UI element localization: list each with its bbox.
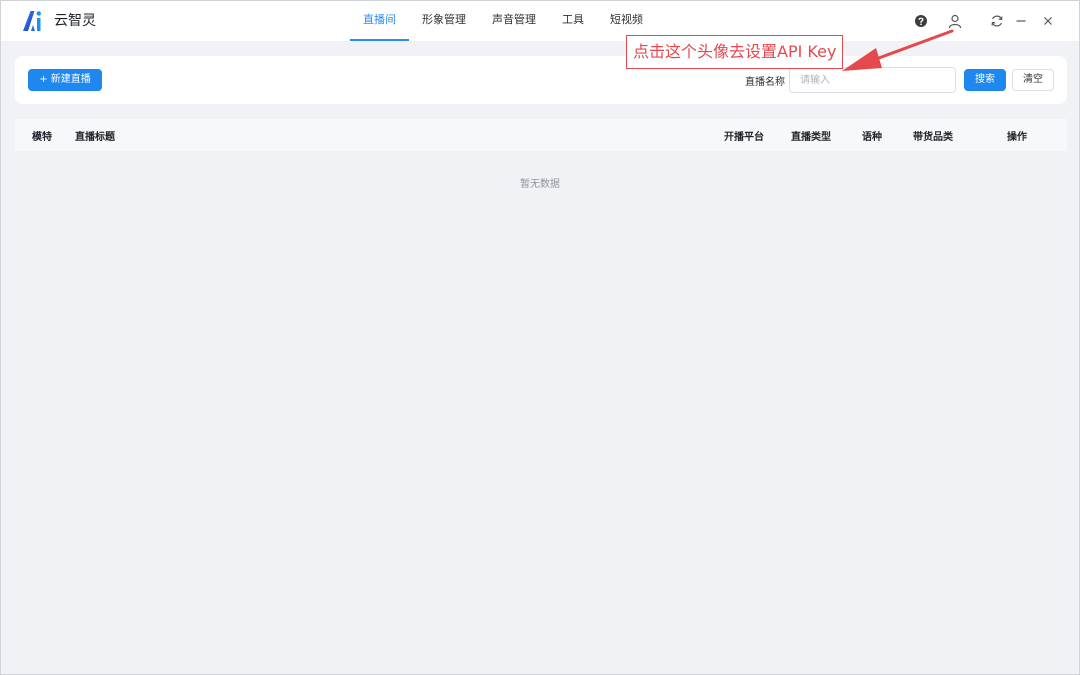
minimize-icon[interactable] [1013, 13, 1029, 29]
empty-state-text: 暂无数据 [520, 179, 560, 190]
column-live-title: 直播标题 [75, 132, 115, 143]
clear-button[interactable]: 清空 [1012, 69, 1054, 91]
app-logo-icon [23, 11, 41, 31]
new-live-button[interactable]: + 新建直播 [28, 69, 102, 91]
close-icon[interactable] [1040, 13, 1056, 29]
table-header: 模特 直播标题 开播平台 直播类型 语种 带货品类 操作 [15, 119, 1067, 151]
main-nav: 直播间 形象管理 声音管理 工具 短视频 [350, 1, 656, 41]
annotation-callout: 点击这个头像去设置API Key [626, 35, 844, 69]
search-button[interactable]: 搜索 [964, 69, 1006, 91]
column-product-category: 带货品类 [913, 132, 953, 143]
refresh-icon[interactable] [989, 13, 1005, 29]
tab-tools[interactable]: 工具 [549, 1, 597, 41]
tab-voice-management[interactable]: 声音管理 [479, 1, 549, 41]
column-platform: 开播平台 [724, 132, 764, 143]
live-name-search-input[interactable] [789, 67, 956, 93]
help-icon[interactable] [913, 13, 929, 29]
column-actions: 操作 [1007, 132, 1027, 143]
user-icon[interactable] [947, 13, 963, 29]
app-name: 云智灵 [54, 13, 96, 29]
tab-live-room[interactable]: 直播间 [350, 1, 409, 41]
search-toolbar: + 新建直播 直播名称 搜索 清空 [15, 56, 1067, 104]
live-name-label: 直播名称 [745, 77, 785, 88]
column-live-type: 直播类型 [791, 132, 831, 143]
title-bar: 云智灵 直播间 形象管理 声音管理 工具 短视频 [1, 1, 1079, 41]
column-model: 模特 [32, 132, 52, 143]
column-language: 语种 [862, 132, 882, 143]
app-window: 云智灵 直播间 形象管理 声音管理 工具 短视频 + 新建直播 直播名称 请输入… [0, 0, 1080, 675]
tab-avatar-management[interactable]: 形象管理 [409, 1, 479, 41]
